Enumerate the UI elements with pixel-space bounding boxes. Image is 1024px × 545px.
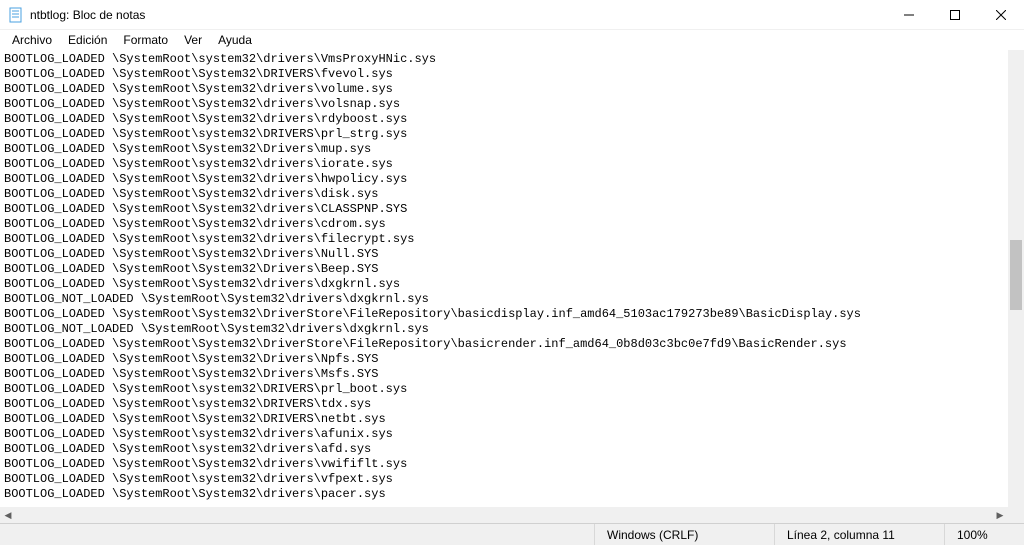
window-controls	[886, 0, 1024, 29]
text-content[interactable]: BOOTLOG_LOADED \SystemRoot\system32\driv…	[0, 50, 1008, 507]
editor-area: BOOTLOG_LOADED \SystemRoot\system32\driv…	[0, 50, 1024, 523]
notepad-icon	[8, 7, 24, 23]
horizontal-scrollbar[interactable]: ◀ ▶	[0, 507, 1008, 523]
menu-file[interactable]: Archivo	[4, 31, 60, 49]
minimize-button[interactable]	[886, 0, 932, 29]
maximize-button[interactable]	[932, 0, 978, 29]
close-button[interactable]	[978, 0, 1024, 29]
scroll-left-arrow[interactable]: ◀	[0, 507, 16, 523]
status-position: Línea 2, columna 11	[774, 524, 944, 545]
statusbar: Windows (CRLF) Línea 2, columna 11 100%	[0, 523, 1024, 545]
menubar: Archivo Edición Formato Ver Ayuda	[0, 30, 1024, 50]
scroll-right-arrow[interactable]: ▶	[992, 507, 1008, 523]
menu-help[interactable]: Ayuda	[210, 31, 260, 49]
titlebar: ntbtlog: Bloc de notas	[0, 0, 1024, 30]
scroll-corner	[1008, 507, 1024, 523]
menu-view[interactable]: Ver	[176, 31, 210, 49]
status-zoom: 100%	[944, 524, 1024, 545]
menu-format[interactable]: Formato	[115, 31, 176, 49]
status-encoding: Windows (CRLF)	[594, 524, 774, 545]
menu-edit[interactable]: Edición	[60, 31, 115, 49]
window-title: ntbtlog: Bloc de notas	[30, 8, 886, 22]
vertical-scrollbar[interactable]	[1008, 50, 1024, 507]
vertical-scrollbar-thumb[interactable]	[1010, 240, 1022, 310]
